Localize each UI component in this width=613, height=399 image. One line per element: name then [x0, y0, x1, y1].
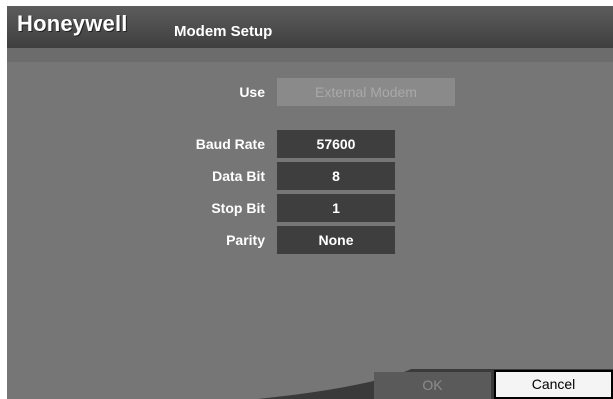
honeywell-logo: Honeywell	[17, 11, 128, 36]
header-bar: Honeywell Modem Setup	[7, 6, 613, 48]
stop-bit-label: Stop Bit	[211, 200, 265, 216]
baud-rate-select[interactable]: 57600	[277, 130, 395, 158]
data-bit-label: Data Bit	[212, 168, 265, 184]
cancel-button[interactable]: Cancel	[494, 370, 613, 399]
ok-button[interactable]: OK	[374, 372, 491, 399]
baud-rate-label: Baud Rate	[195, 136, 265, 152]
use-label: Use	[239, 84, 265, 100]
parity-select[interactable]: None	[277, 226, 395, 254]
header-divider	[7, 48, 613, 62]
parity-label: Parity	[226, 232, 265, 248]
stop-bit-select[interactable]: 1	[277, 194, 395, 222]
data-bit-select[interactable]: 8	[277, 162, 395, 190]
modem-setup-screen: Honeywell Modem Setup Use External Modem…	[7, 6, 613, 399]
page-title: Modem Setup	[174, 23, 273, 40]
use-select[interactable]: External Modem	[277, 78, 455, 106]
